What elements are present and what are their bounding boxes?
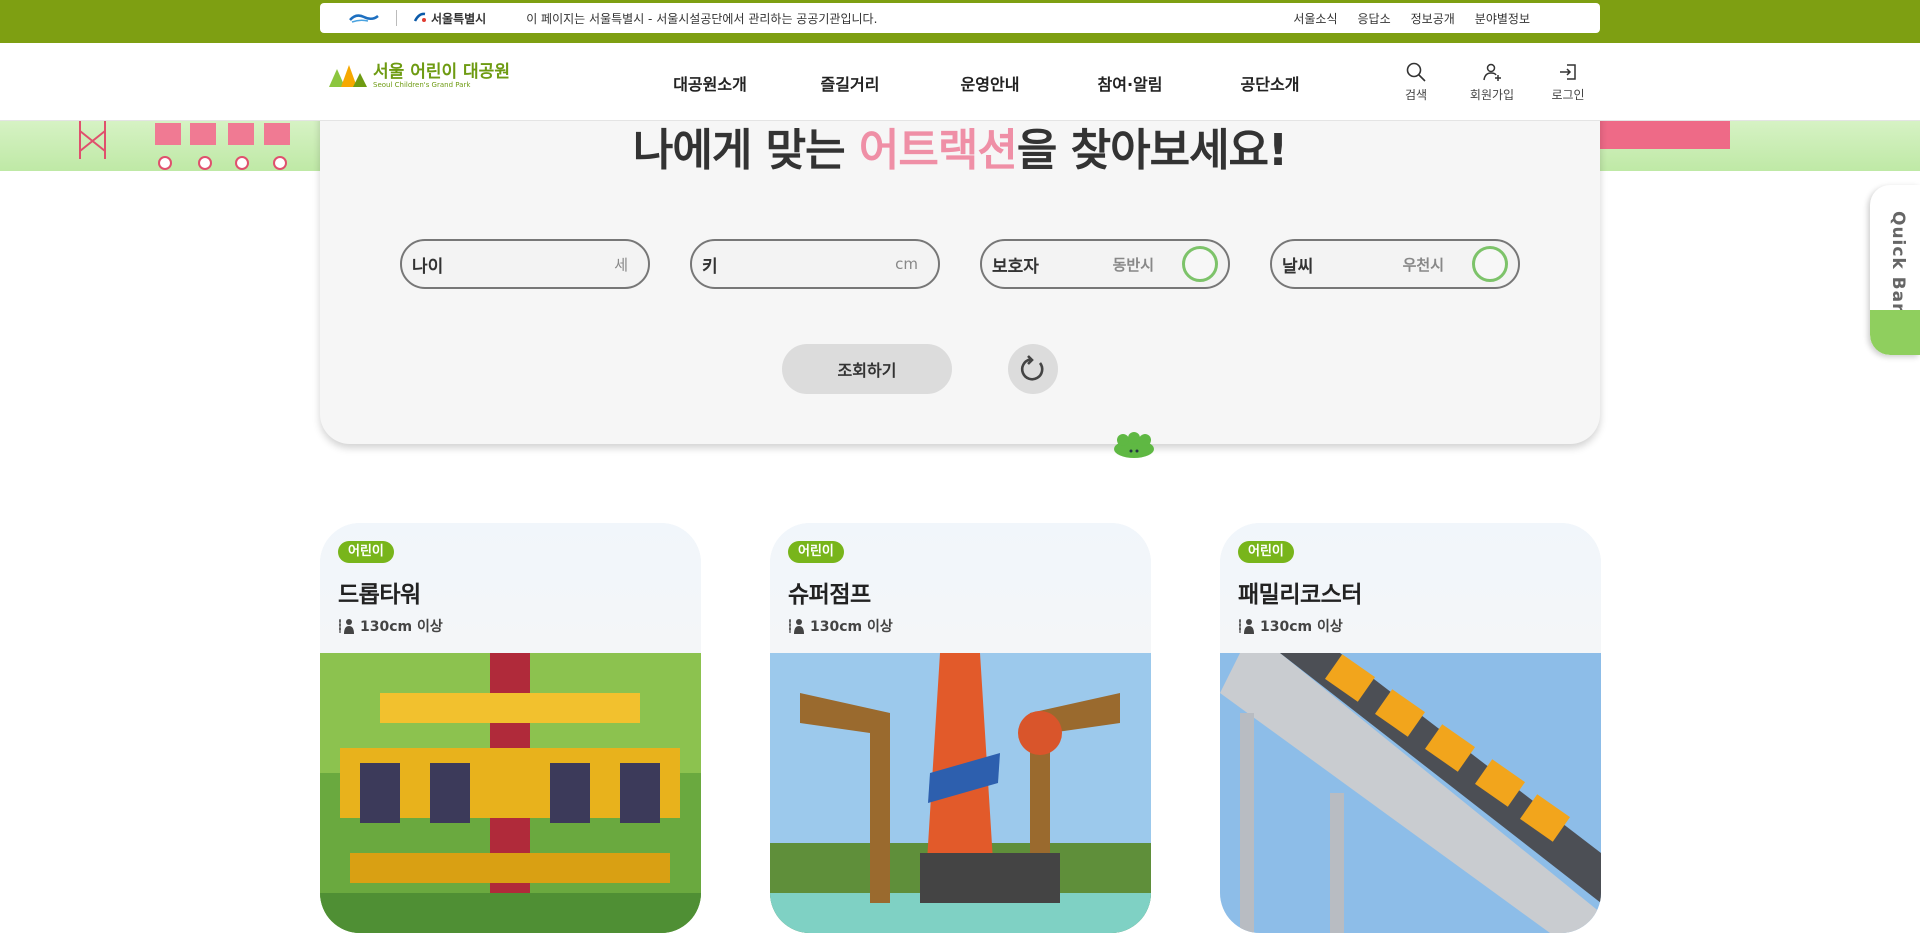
gov-link-field-info[interactable]: 분야별정보	[1475, 10, 1530, 27]
login-label: 로그인	[1551, 88, 1585, 102]
gov-link-info-disclosure[interactable]: 정보공개	[1411, 10, 1455, 27]
card-title: 슈퍼점프	[788, 582, 871, 608]
refresh-icon	[1020, 355, 1044, 381]
age-input[interactable]: 나이 세	[400, 239, 650, 289]
search-button[interactable]: 검색	[1392, 61, 1440, 103]
main-nav: 대공원소개 즐길거리 운영안내 참여·알림 공단소개	[640, 71, 1340, 95]
weather-option: 우천시	[1402, 255, 1444, 274]
age-label: 나이	[412, 256, 444, 277]
header-utils: 검색 회원가입 로그인	[1392, 61, 1592, 103]
seoul-city-logo[interactable]: 서울특별시	[413, 10, 486, 27]
reset-button[interactable]	[1008, 344, 1058, 394]
card-height-text: 130cm 이상	[810, 619, 893, 635]
seoul-brand-logo[interactable]	[348, 10, 380, 26]
card-height-text: 130cm 이상	[1260, 619, 1343, 635]
height-person-icon	[339, 619, 354, 634]
quick-bar-tab	[1870, 310, 1920, 355]
nav-participation-notice[interactable]: 참여·알림	[1060, 71, 1200, 95]
guardian-toggle[interactable]	[1182, 246, 1218, 282]
finder-title-before: 나에게 맞는	[632, 125, 859, 176]
weather-toggle-field[interactable]: 날씨 우천시	[1270, 239, 1520, 289]
finder-title: 나에게 맞는 어트랙션을 찾아보세요!	[320, 114, 1600, 178]
gov-notice-text: 이 페이지는 서울특별시 - 서울시설공단에서 관리하는 공공기관입니다.	[526, 11, 878, 26]
card-height-requirement: 130cm 이상	[788, 616, 893, 636]
age-badge: 어린이	[338, 541, 394, 563]
height-label: 키	[702, 256, 718, 277]
nav-attractions[interactable]: 즐길거리	[780, 71, 920, 95]
park-logo-icon	[329, 65, 367, 87]
attraction-card-drop-tower[interactable]: 어린이 드롭타워 130cm 이상	[320, 523, 701, 933]
age-badge: 어린이	[1238, 541, 1294, 563]
nav-park-intro[interactable]: 대공원소개	[640, 71, 780, 95]
site-logo[interactable]: 서울 어린이 대공원 Seoul Children's Grand Park	[327, 63, 510, 89]
height-unit: cm	[895, 255, 918, 273]
seoul-city-symbol-icon	[413, 12, 426, 22]
login-button[interactable]: 로그인	[1544, 61, 1592, 103]
gov-top-bar: 서울특별시 이 페이지는 서울특별시 - 서울시설공단에서 관리하는 공공기관입…	[0, 0, 1920, 43]
age-unit: 세	[614, 255, 628, 274]
card-height-text: 130cm 이상	[360, 619, 443, 635]
attraction-card-family-coaster[interactable]: 어린이 패밀리코스터 130cm 이상	[1220, 523, 1601, 933]
card-title: 패밀리코스터	[1238, 582, 1362, 608]
seoul-city-label: 서울특별시	[431, 11, 487, 26]
age-badge: 어린이	[788, 541, 844, 563]
site-header: 서울 어린이 대공원 Seoul Children's Grand Park 대…	[0, 43, 1920, 121]
drop-tower-photo	[320, 653, 701, 933]
logo-subtitle: Seoul Children's Grand Park	[373, 81, 471, 89]
signup-button[interactable]: 회원가입	[1468, 61, 1516, 103]
height-input[interactable]: 키 cm	[690, 239, 940, 289]
frog-mascot-icon	[1114, 432, 1154, 458]
card-height-requirement: 130cm 이상	[338, 616, 443, 636]
guardian-option: 동반시	[1112, 255, 1154, 274]
super-jump-photo	[770, 653, 1151, 933]
finder-title-highlight: 어트랙션	[858, 125, 1018, 176]
height-person-icon	[789, 619, 804, 634]
attraction-finder-panel: 나에게 맞는 어트랙션을 찾아보세요! 나이 세 키 cm 보호자 동반시 날씨…	[320, 110, 1600, 444]
search-label: 검색	[1404, 88, 1428, 102]
guardian-label: 보호자	[992, 256, 1039, 277]
search-icon	[1406, 62, 1426, 82]
finder-title-after: 을 찾아보세요!	[1016, 125, 1288, 176]
gov-link-eungdapso[interactable]: 응답소	[1358, 10, 1391, 27]
nav-operation-info[interactable]: 운영안내	[920, 71, 1060, 95]
height-person-icon	[1239, 619, 1254, 634]
gov-links: 서울소식 응답소 정보공개 분야별정보	[1293, 10, 1530, 27]
quick-bar[interactable]: Quick Bar	[1870, 185, 1920, 355]
quick-bar-label: Quick Bar	[1888, 211, 1908, 313]
search-submit-button[interactable]: 조회하기	[782, 344, 952, 394]
weather-toggle[interactable]	[1472, 246, 1508, 282]
user-add-icon	[1483, 63, 1501, 81]
login-icon	[1560, 64, 1576, 80]
logo-title: 서울 어린이 대공원	[373, 62, 510, 82]
family-coaster-photo	[1220, 653, 1601, 933]
nav-corporation-intro[interactable]: 공단소개	[1200, 71, 1340, 95]
attraction-card-super-jump[interactable]: 어린이 슈퍼점프 130cm 이상	[770, 523, 1151, 933]
signup-label: 회원가입	[1469, 88, 1515, 102]
guardian-toggle-field[interactable]: 보호자 동반시	[980, 239, 1230, 289]
card-title: 드롭타워	[338, 582, 421, 608]
gov-link-seoul-news[interactable]: 서울소식	[1293, 10, 1337, 27]
divider	[396, 10, 397, 26]
weather-label: 날씨	[1282, 256, 1314, 277]
card-height-requirement: 130cm 이상	[1238, 616, 1343, 636]
finder-fields: 나이 세 키 cm 보호자 동반시 날씨 우천시	[400, 239, 1520, 289]
gov-top-bar-inner: 서울특별시 이 페이지는 서울특별시 - 서울시설공단에서 관리하는 공공기관입…	[320, 3, 1600, 33]
attraction-card-list: 어린이 드롭타워 130cm 이상 어린이 슈퍼점프 130cm 이상 어린이 …	[320, 523, 1601, 933]
